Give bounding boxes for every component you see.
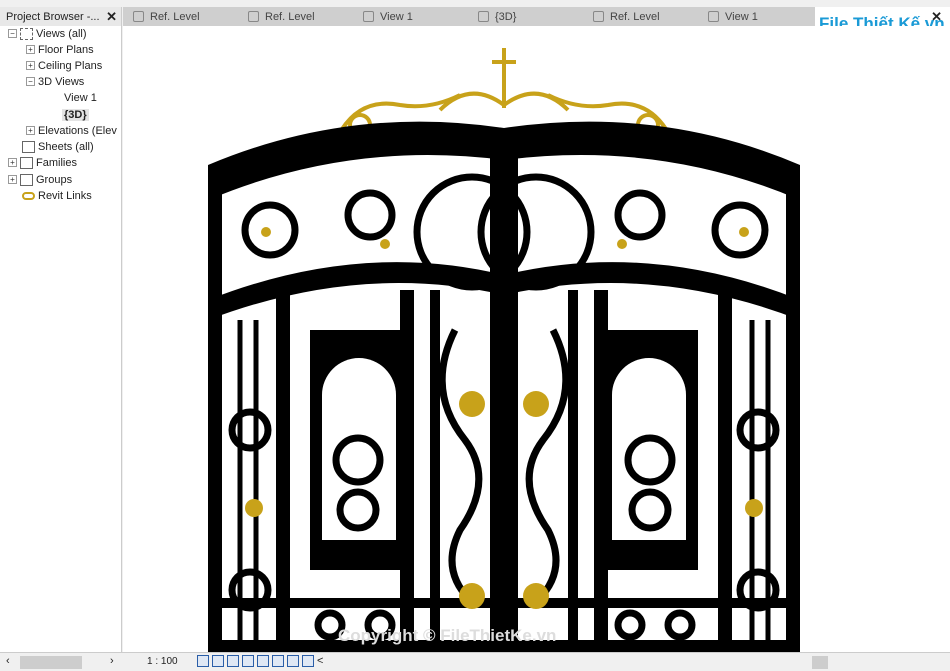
temporary-hide-icon[interactable] bbox=[302, 655, 314, 667]
collapse-icon[interactable]: < bbox=[317, 655, 329, 667]
expand-icon[interactable]: + bbox=[8, 158, 17, 167]
revit-links-icon bbox=[22, 191, 35, 200]
shadows-icon[interactable] bbox=[242, 655, 254, 667]
3d-view-icon bbox=[478, 11, 489, 22]
expand-icon[interactable]: + bbox=[26, 126, 35, 135]
tree-item-sheets[interactable]: Sheets (all) bbox=[22, 139, 94, 154]
tree-item-elevations[interactable]: + Elevations (Elev bbox=[26, 123, 117, 138]
tab-label: Ref. Level bbox=[150, 10, 200, 23]
scroll-left-icon[interactable]: ‹ bbox=[6, 655, 10, 667]
tree-label: Ceiling Plans bbox=[38, 59, 103, 72]
tree-item-3d-views[interactable]: −3D Views bbox=[26, 74, 84, 89]
project-browser-header: Project Browser -... ✕ bbox=[0, 7, 121, 26]
tree-item-families[interactable]: + Families bbox=[8, 155, 77, 170]
tree-item-ceiling-plans[interactable]: + Ceiling Plans bbox=[26, 58, 102, 73]
tree-item-revit-links[interactable]: Revit Links bbox=[22, 188, 92, 203]
tree-item-floor-plans[interactable]: + Floor Plans bbox=[26, 42, 94, 57]
tree-label: Sheets (all) bbox=[38, 140, 94, 153]
plan-icon bbox=[593, 11, 604, 22]
3d-view-icon bbox=[708, 11, 719, 22]
tree-item-view-1[interactable]: View 1 bbox=[64, 90, 97, 105]
sheets-icon bbox=[22, 140, 35, 153]
tree-label: View 1 bbox=[64, 91, 97, 104]
gate-drawing bbox=[208, 48, 800, 652]
tree-label: 3D Views bbox=[38, 75, 85, 88]
project-browser: Project Browser -... ✕ − Views (all) + Flo… bbox=[0, 7, 122, 652]
visual-style-icon[interactable] bbox=[212, 655, 224, 667]
copyright-watermark: Copyright © FileThietKe.vn bbox=[338, 626, 557, 645]
tree-label: Elevations (Elev bbox=[38, 124, 117, 137]
expand-icon[interactable]: + bbox=[8, 175, 17, 184]
tree-label: {3D} bbox=[62, 108, 89, 121]
tab-ref-level-3[interactable]: Ref. Level bbox=[583, 7, 698, 26]
detail-level-icon[interactable] bbox=[197, 655, 209, 667]
tree-label: Views (all) bbox=[36, 27, 87, 40]
tree-label: Floor Plans bbox=[38, 43, 94, 56]
families-icon bbox=[20, 156, 33, 169]
canvas-scrollbar[interactable] bbox=[812, 656, 828, 669]
sun-path-icon[interactable] bbox=[227, 655, 239, 667]
show-crop-icon[interactable] bbox=[287, 655, 299, 667]
tab-label: Ref. Level bbox=[265, 10, 315, 23]
tab-view-1[interactable]: View 1 bbox=[353, 7, 468, 26]
tab-label: Ref. Level bbox=[610, 10, 660, 23]
plan-icon bbox=[248, 11, 259, 22]
status-bar: ‹ › 1 : 100 < bbox=[0, 652, 950, 671]
views-icon bbox=[20, 27, 33, 40]
render-icon[interactable] bbox=[257, 655, 269, 667]
close-icon[interactable]: ✕ bbox=[106, 9, 117, 25]
tab-ref-level-1[interactable]: Ref. Level bbox=[123, 7, 238, 26]
tree-label: Families bbox=[36, 156, 77, 169]
tree-label: Revit Links bbox=[38, 189, 92, 202]
horizontal-scrollbar[interactable] bbox=[20, 656, 82, 669]
close-tab-icon[interactable]: ✕ bbox=[931, 9, 942, 25]
tab-label: View 1 bbox=[725, 10, 758, 23]
tree-label: Groups bbox=[36, 173, 73, 186]
tree-item-views-all[interactable]: − Views (all) bbox=[8, 26, 87, 41]
tab-label: {3D} bbox=[495, 10, 517, 23]
collapse-icon[interactable]: − bbox=[8, 29, 17, 38]
tree-item-3d[interactable]: {3D} bbox=[62, 107, 89, 122]
gate-frame bbox=[208, 130, 800, 652]
tab-view-1b[interactable]: View 1 bbox=[698, 7, 813, 26]
expand-icon[interactable]: + bbox=[26, 61, 35, 70]
tree-item-groups[interactable]: + Groups bbox=[8, 172, 72, 187]
tab-3d[interactable]: {3D} bbox=[468, 7, 583, 26]
view-control-bar: < bbox=[197, 655, 329, 667]
collapse-icon[interactable]: − bbox=[26, 77, 35, 86]
groups-icon bbox=[20, 173, 33, 186]
view-scale[interactable]: 1 : 100 bbox=[147, 656, 178, 667]
project-browser-title: Project Browser -... bbox=[6, 10, 100, 23]
crop-view-icon[interactable] bbox=[272, 655, 284, 667]
plan-icon bbox=[133, 11, 144, 22]
scroll-right-icon[interactable]: › bbox=[110, 655, 114, 667]
expand-icon[interactable]: + bbox=[26, 45, 35, 54]
3d-view-icon bbox=[363, 11, 374, 22]
tab-label: View 1 bbox=[380, 10, 413, 23]
tab-ref-level-2[interactable]: Ref. Level bbox=[238, 7, 353, 26]
drawing-canvas[interactable] bbox=[123, 26, 950, 652]
